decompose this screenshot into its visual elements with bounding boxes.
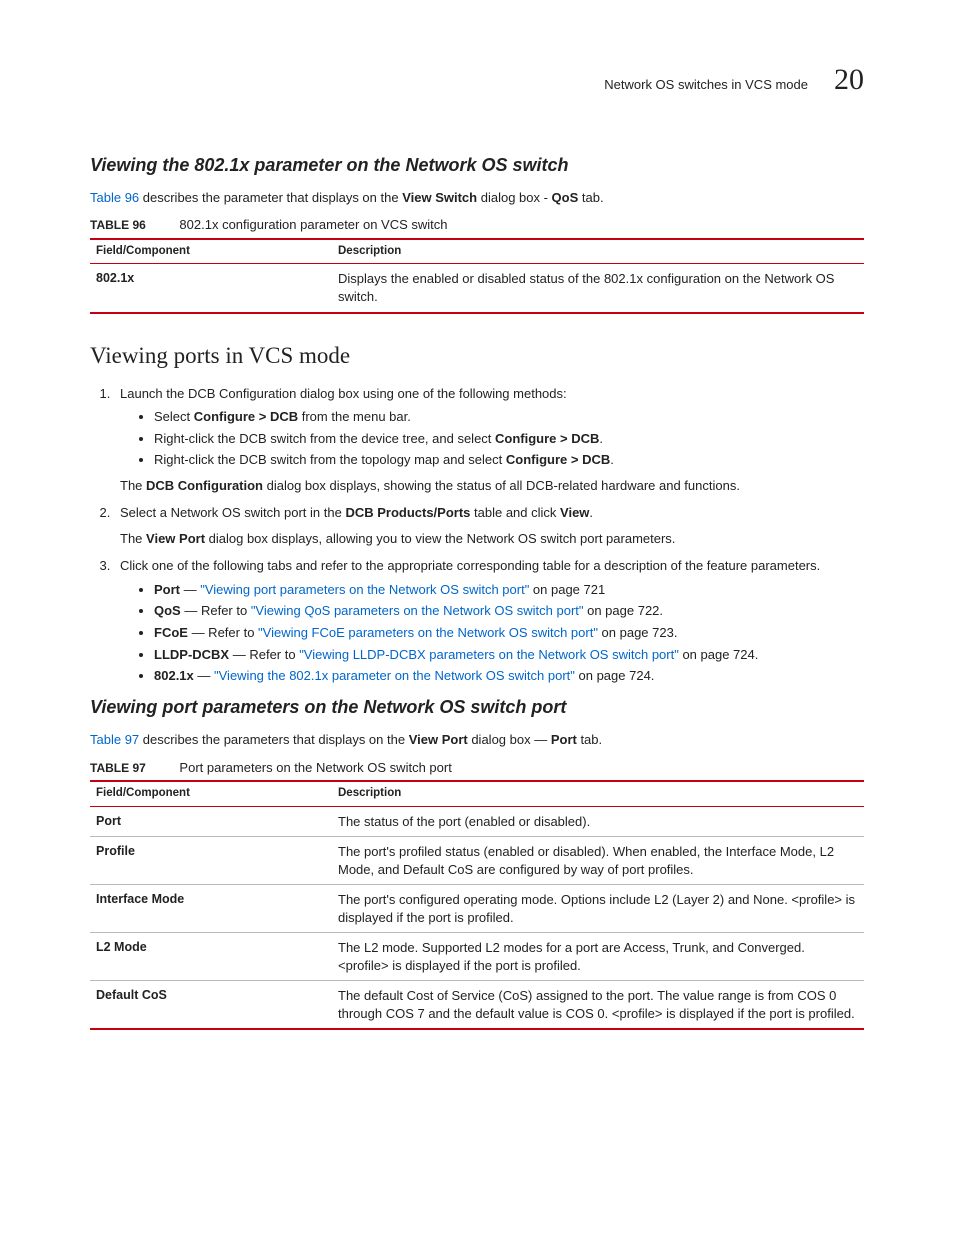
list-item: Right-click the DCB switch from the devi… — [154, 430, 864, 448]
procedure-list: Launch the DCB Configuration dialog box … — [90, 385, 864, 685]
table97-col1: Field/Component — [90, 781, 332, 806]
table96-ref-link[interactable]: Table 96 — [90, 190, 139, 205]
step2-result: The View Port dialog box displays, allow… — [120, 530, 864, 548]
table96-col1: Field/Component — [90, 239, 332, 264]
list-item: QoS — Refer to "Viewing QoS parameters o… — [154, 602, 864, 620]
table96-caption: TABLE 96 802.1x configuration parameter … — [90, 216, 864, 234]
lldp-link[interactable]: "Viewing LLDP-DCBX parameters on the Net… — [299, 647, 679, 662]
fcoe-link[interactable]: "Viewing FCoE parameters on the Network … — [258, 625, 598, 640]
table-row: L2 ModeThe L2 mode. Supported L2 modes f… — [90, 933, 864, 981]
list-item: Port — "Viewing port parameters on the N… — [154, 581, 864, 599]
table-row: ProfileThe port's profiled status (enabl… — [90, 837, 864, 885]
section-title-8021x-switch: Viewing the 802.1x parameter on the Netw… — [90, 153, 864, 177]
qos-link[interactable]: "Viewing QoS parameters on the Network O… — [251, 603, 584, 618]
step-2: Select a Network OS switch port in the D… — [114, 504, 864, 547]
section1-intro: Table 96 describes the parameter that di… — [90, 189, 864, 207]
list-item: FCoE — Refer to "Viewing FCoE parameters… — [154, 624, 864, 642]
table97: Field/Component Description PortThe stat… — [90, 780, 864, 1030]
list-item: 802.1x — "Viewing the 802.1x parameter o… — [154, 667, 864, 685]
table-row: Interface ModeThe port's configured oper… — [90, 885, 864, 933]
table97-ref-link[interactable]: Table 97 — [90, 732, 139, 747]
table97-col2: Description — [332, 781, 864, 806]
list-item: Select Configure > DCB from the menu bar… — [154, 408, 864, 426]
table-row: Default CoSThe default Cost of Service (… — [90, 981, 864, 1030]
8021x-link[interactable]: "Viewing the 802.1x parameter on the Net… — [214, 668, 575, 683]
step1-result: The DCB Configuration dialog box display… — [120, 477, 864, 495]
section-title-viewing-ports: Viewing ports in VCS mode — [90, 340, 864, 371]
table96: Field/Component Description 802.1x Displ… — [90, 238, 864, 314]
table-row: PortThe status of the port (enabled or d… — [90, 806, 864, 837]
section-title-port-params: Viewing port parameters on the Network O… — [90, 695, 864, 719]
list-item: Right-click the DCB switch from the topo… — [154, 451, 864, 469]
list-item: LLDP-DCBX — Refer to "Viewing LLDP-DCBX … — [154, 646, 864, 664]
step-1: Launch the DCB Configuration dialog box … — [114, 385, 864, 495]
page-header: Network OS switches in VCS mode 20 — [90, 60, 864, 101]
step-3: Click one of the following tabs and refe… — [114, 557, 864, 684]
port-link[interactable]: "Viewing port parameters on the Network … — [200, 582, 529, 597]
header-label: Network OS switches in VCS mode — [604, 76, 808, 94]
chapter-number: 20 — [834, 60, 864, 101]
table97-caption: TABLE 97 Port parameters on the Network … — [90, 759, 864, 777]
table96-col2: Description — [332, 239, 864, 264]
section3-intro: Table 97 describes the parameters that d… — [90, 731, 864, 749]
table-row: 802.1x Displays the enabled or disabled … — [90, 264, 864, 313]
